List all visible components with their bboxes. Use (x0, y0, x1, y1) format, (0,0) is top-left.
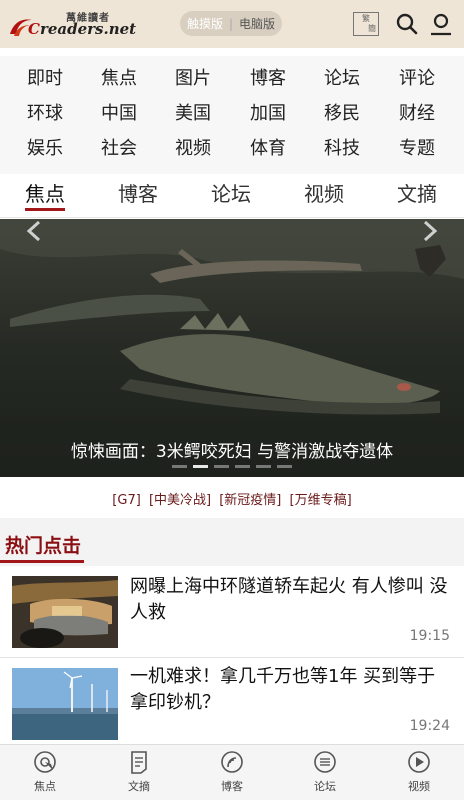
category-link[interactable]: 论坛 (305, 64, 379, 90)
hot-section-title: 热门点击 (5, 535, 82, 557)
carousel-dot-active[interactable] (193, 465, 208, 468)
category-link[interactable]: 博客 (231, 64, 305, 90)
category-link[interactable]: 图片 (156, 64, 230, 90)
category-link[interactable]: 科技 (305, 134, 379, 160)
nav-label: 焦点 (34, 780, 56, 793)
carousel-prev-icon[interactable] (24, 219, 44, 243)
nav-label: 视频 (408, 780, 430, 793)
topic-link-covid[interactable]: [新冠疫情] (219, 493, 281, 508)
news-title[interactable]: 一机难求！拿几千万也等1年 买到等于拿印钞机？ (130, 664, 452, 716)
active-tab-indicator (25, 208, 65, 211)
category-grid: 即时 焦点 图片 博客 论坛 评论 环球 中国 美国 加国 移民 财经 娱乐 社… (0, 56, 464, 174)
category-link[interactable]: 体育 (231, 134, 305, 160)
tab-video[interactable]: 视频 (284, 178, 364, 207)
topic-link-g7[interactable]: [G7] (112, 493, 141, 508)
carousel-dot[interactable] (235, 465, 250, 468)
user-icon[interactable] (429, 12, 453, 36)
nav-focus[interactable]: 焦点 (10, 749, 80, 794)
category-link[interactable]: 评论 (380, 64, 454, 90)
touch-version-button[interactable]: 触摸版 (187, 15, 223, 32)
category-link[interactable]: 社会 (82, 134, 156, 160)
category-link[interactable]: 移民 (305, 99, 379, 125)
nav-blog[interactable]: 博客 (197, 749, 267, 794)
news-thumbnail (12, 576, 118, 648)
version-divider: | (228, 16, 234, 31)
carousel-caption[interactable]: 惊悚画面：3米鳄咬死妇 与警消激战夺遗体 (0, 437, 464, 462)
hot-title-underline (0, 560, 84, 563)
traditional-simplified-toggle[interactable]: 繁 簡 (353, 12, 379, 36)
category-link[interactable]: 环球 (8, 99, 82, 125)
carousel-dot[interactable] (256, 465, 271, 468)
carousel-dot[interactable] (172, 465, 187, 468)
category-link[interactable]: 美国 (156, 99, 230, 125)
carousel-dots (172, 465, 292, 469)
carousel-next-icon[interactable] (420, 219, 440, 243)
category-link[interactable]: 加国 (231, 99, 305, 125)
search-icon[interactable] (395, 12, 419, 36)
news-item[interactable]: 一机难求！拿几千万也等1年 买到等于拿印钞机？ 19:24 (0, 658, 464, 744)
nav-video[interactable]: 视频 (384, 749, 454, 794)
category-link[interactable]: 焦点 (82, 64, 156, 90)
topic-links: [G7] [中美冷战] [新冠疫情] [万维专稿] (0, 478, 464, 518)
category-link[interactable]: 视频 (156, 134, 230, 160)
category-link[interactable]: 娱乐 (8, 134, 82, 160)
pc-version-button[interactable]: 电脑版 (239, 15, 275, 32)
news-title[interactable]: 网曝上海中环隧道轿车起火 有人惨叫 没人救 (130, 574, 452, 626)
category-link[interactable]: 中国 (82, 99, 156, 125)
news-thumbnail (12, 668, 118, 740)
site-logo[interactable]: 萬維讀者 Creaders.net (8, 8, 136, 40)
jian-label: 簡 (368, 24, 376, 33)
bottom-navigation: 焦点 文摘 博客 论坛 视频 (0, 744, 464, 800)
section-tabs: 焦点 博客 论坛 视频 文摘 (0, 174, 464, 218)
carousel-dot[interactable] (214, 465, 229, 468)
tab-focus[interactable]: 焦点 (5, 178, 85, 207)
nav-label: 论坛 (314, 780, 336, 793)
document-icon (131, 751, 147, 774)
photo-carousel[interactable]: 惊悚画面：3米鳄咬死妇 与警消激战夺遗体 (0, 219, 464, 477)
category-link[interactable]: 即时 (8, 64, 82, 90)
news-time: 19:24 (409, 718, 450, 734)
nav-label: 文摘 (128, 780, 150, 793)
topic-link-us-china[interactable]: [中美冷战] (149, 493, 211, 508)
nav-forum[interactable]: 论坛 (290, 749, 360, 794)
nav-label: 博客 (221, 780, 243, 793)
play-icon (408, 751, 430, 773)
tab-digest[interactable]: 文摘 (377, 178, 457, 207)
forum-icon (314, 751, 336, 773)
focus-icon (34, 751, 56, 773)
blog-icon (221, 751, 243, 773)
tab-blog[interactable]: 博客 (98, 178, 178, 207)
logo-text: Creaders.net (28, 20, 137, 38)
news-time: 19:15 (409, 628, 450, 644)
fan-label: 繁 (362, 14, 370, 23)
carousel-dot[interactable] (277, 465, 292, 468)
news-item[interactable]: 网曝上海中环隧道轿车起火 有人惨叫 没人救 19:15 (0, 566, 464, 658)
tab-forum[interactable]: 论坛 (191, 178, 271, 207)
top-header: 萬維讀者 Creaders.net 触摸版 | 电脑版 繁 簡 (0, 0, 464, 48)
category-link[interactable]: 专题 (380, 134, 454, 160)
nav-digest[interactable]: 文摘 (104, 749, 174, 794)
hot-section-header: 热门点击 (0, 518, 464, 566)
topic-link-exclusive[interactable]: [万维专稿] (290, 493, 352, 508)
version-switch: 触摸版 | 电脑版 (180, 11, 282, 36)
category-link[interactable]: 财经 (380, 99, 454, 125)
